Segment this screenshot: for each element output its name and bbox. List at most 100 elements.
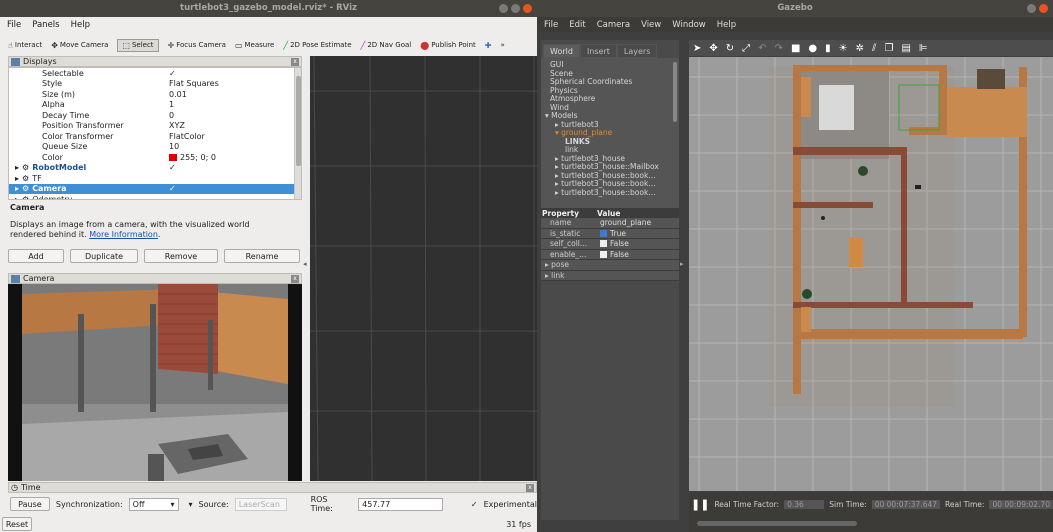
align-icon[interactable]: ⊫ (919, 43, 928, 54)
move-camera-tool[interactable]: ✥ Move Camera (51, 41, 108, 50)
minimize-button[interactable] (499, 4, 508, 13)
gz-property-row[interactable]: enable_... False (541, 249, 679, 260)
spot-light-icon[interactable]: ✲ (856, 43, 864, 54)
display-item[interactable]: ▸ ⚙ RobotModel ✓ (9, 163, 301, 174)
close-camera-icon[interactable]: x (291, 275, 299, 283)
add-button[interactable]: Add (8, 249, 64, 263)
property-row[interactable]: Color 255; 0; 0 (9, 152, 301, 163)
checkbox[interactable] (600, 250, 607, 258)
gz-property-row[interactable]: self_coll... False (541, 239, 679, 250)
property-row[interactable]: Alpha 1 (9, 100, 301, 111)
gz-menu-view[interactable]: View (641, 20, 661, 30)
tab-layers[interactable]: Layers (616, 44, 658, 58)
gz-menu-camera[interactable]: Camera (597, 20, 630, 30)
sphere-icon[interactable]: ● (808, 43, 817, 54)
close-button[interactable] (523, 4, 532, 13)
expand-arrow-icon[interactable]: ▸ (15, 174, 19, 183)
property-row[interactable]: Style Flat Squares (9, 79, 301, 90)
duplicate-button[interactable]: Duplicate (70, 249, 138, 263)
translate-icon[interactable]: ✥ (709, 43, 717, 54)
select-tool[interactable]: ⬚ Select (117, 38, 159, 52)
gz-close-button[interactable] (1039, 4, 1048, 13)
more-information-link[interactable]: More Information (89, 230, 158, 239)
gz-menu-window[interactable]: Window (672, 20, 706, 30)
property-row[interactable]: Queue Size 10 (9, 142, 301, 153)
property-row[interactable]: Color Transformer FlatColor (9, 131, 301, 142)
copy-icon[interactable]: ❐ (884, 43, 893, 54)
maximize-button[interactable] (511, 4, 520, 13)
source-dropdown[interactable]: LaserScan (234, 497, 287, 511)
displays-scrollbar[interactable] (294, 68, 301, 199)
gz-menu-file[interactable]: File (544, 20, 558, 30)
scale-icon[interactable]: ⤢ (742, 43, 750, 54)
paste-icon[interactable]: ▤ (901, 43, 910, 54)
menu-panels[interactable]: Panels (32, 20, 59, 30)
rviz-title: turtlebot3_gazebo_model.rviz* - RViz (180, 3, 357, 13)
pose-estimate-tool[interactable]: ╱ 2D Pose Estimate (283, 41, 351, 50)
gz-property-row[interactable]: ▸ pose (541, 260, 679, 271)
nav-goal-tool[interactable]: ╱ 2D Nav Goal (361, 41, 412, 50)
expand-arrow-icon[interactable]: ▸ (15, 184, 19, 193)
gz-minimize-button[interactable] (1027, 4, 1036, 13)
display-item[interactable]: ▸ ⚙ TF (9, 173, 301, 184)
redo-icon[interactable]: ↷ (775, 43, 783, 54)
cylinder-icon[interactable]: ▮ (825, 43, 831, 54)
rviz-3d-view[interactable] (310, 56, 537, 481)
tree-scrollbar[interactable] (673, 62, 677, 122)
gz-property-row[interactable]: name ground_plane (541, 218, 679, 229)
rename-button[interactable]: Rename (224, 249, 300, 263)
display-check[interactable]: ✓ (169, 163, 176, 172)
display-check[interactable]: ✓ (169, 184, 176, 193)
tree-item[interactable]: ▸ turtlebot3_house::book... (545, 188, 679, 198)
property-value: ✓ (169, 69, 176, 78)
undo-icon[interactable]: ↶ (758, 43, 766, 54)
close-panel-icon[interactable]: x (291, 58, 299, 66)
publish-point-tool[interactable]: ⬤ Publish Point (420, 41, 476, 50)
property-row[interactable]: Selectable ✓ (9, 68, 301, 79)
add-tool-button[interactable]: ✚ (485, 41, 492, 50)
plus-icon: ✚ (484, 40, 492, 50)
tab-world[interactable]: World (543, 44, 580, 58)
toolbar-overflow-button[interactable]: » (500, 41, 504, 49)
remove-button[interactable]: Remove (144, 249, 218, 263)
experimental-check-icon[interactable]: ✓ (471, 500, 478, 509)
scroll-thumb[interactable] (296, 76, 301, 166)
pause-icon[interactable]: ❚❚ (691, 498, 709, 511)
pause-button[interactable]: Pause (10, 497, 50, 511)
expand-arrow-icon[interactable]: ▸ (15, 163, 19, 172)
property-row[interactable]: Size (m) 0.01 (9, 89, 301, 100)
collapse-left-icon[interactable]: ◂ (303, 260, 309, 272)
gz-property-row[interactable]: ▸ link (541, 270, 679, 281)
gz-menu-edit[interactable]: Edit (569, 20, 585, 30)
gazebo-statusbar: ❚❚ Real Time Factor: 0.36 Sim Time: 00 0… (689, 492, 1053, 516)
gz-horizontal-scrollbar[interactable] (697, 521, 857, 526)
ruler-icon: ▭ (234, 40, 243, 50)
checkbox[interactable] (600, 240, 607, 248)
close-time-icon[interactable]: x (526, 484, 534, 492)
measure-tool[interactable]: ▭ Measure (235, 41, 274, 50)
point-light-icon[interactable]: ☀ (839, 43, 848, 54)
displays-buttons: Add Duplicate Remove Rename (8, 249, 302, 263)
interact-tool[interactable]: ☝ Interact (8, 41, 42, 50)
focus-camera-tool[interactable]: ✛ Focus Camera (168, 41, 226, 50)
menu-file[interactable]: File (7, 20, 21, 30)
select-mode-icon[interactable]: ➤ (693, 43, 701, 54)
property-row[interactable]: Decay Time 0 (9, 110, 301, 121)
gz-menu-help[interactable]: Help (717, 20, 736, 30)
reset-button[interactable]: Reset (2, 517, 32, 531)
gazebo-scene[interactable] (689, 57, 1053, 491)
tab-insert[interactable]: Insert (579, 44, 617, 58)
color-swatch[interactable] (169, 153, 177, 161)
menu-help[interactable]: Help (71, 20, 90, 30)
sync-dropdown[interactable]: Off ▾ (128, 497, 179, 511)
camera-icon: ⚙ (22, 184, 30, 194)
directional-light-icon[interactable]: ⫽ (872, 43, 876, 54)
checkbox[interactable] (600, 229, 607, 237)
move-icon: ✥ (51, 40, 58, 50)
property-row[interactable]: Position Transformer XYZ (9, 121, 301, 132)
display-item[interactable]: ▸ ⚙ Camera ✓ (9, 183, 301, 194)
gz-property-row[interactable]: is_static True (541, 228, 679, 239)
box-icon[interactable]: ■ (791, 43, 800, 54)
rotate-icon[interactable]: ↻ (726, 43, 734, 54)
collapse-panel-icon[interactable]: ▸ (680, 260, 687, 272)
